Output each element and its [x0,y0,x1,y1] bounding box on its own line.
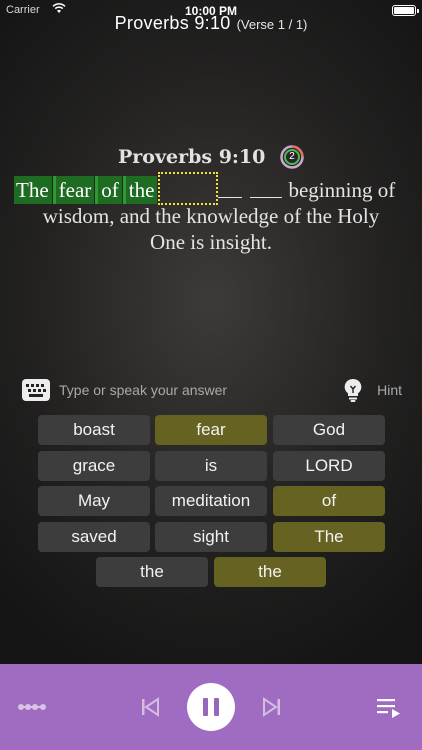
progress-dots-icon[interactable] [18,701,46,713]
hint-label[interactable]: Hint [377,382,402,398]
player-bar [0,664,422,750]
hint-button[interactable]: Hint [338,378,402,402]
playlist-icon[interactable] [377,697,401,719]
word-chip-used[interactable]: the [214,557,326,587]
revealed-word: the [122,176,158,204]
revealed-word: The [14,176,52,204]
word-chip-used[interactable]: fear [155,415,267,445]
verse-line-3: One is insight. [150,230,272,254]
word-chip[interactable]: grace [38,451,150,481]
word-chip-used[interactable]: of [273,486,385,516]
word-chip[interactable]: is [155,451,267,481]
lightbulb-icon[interactable] [344,378,362,402]
answer-input-placeholder[interactable]: Type or speak your answer [59,382,227,398]
nav-title: Proverbs 9:10 (Verse 1 / 1) [0,13,422,34]
verse-reference: Proverbs 9:10 2 [0,145,422,169]
skip-next-icon[interactable] [262,697,282,717]
revealed-word: fear [52,176,95,204]
hidden-word-blank [250,197,283,199]
keyboard-icon[interactable] [22,379,50,401]
word-chip[interactable]: LORD [273,451,385,481]
word-chip[interactable]: meditation [155,486,267,516]
word-chip[interactable]: saved [38,522,150,552]
word-chip[interactable]: sight [155,522,267,552]
word-chip-used[interactable]: The [273,522,385,552]
progress-ring-icon: 2 [280,145,304,169]
current-word-slot[interactable] [158,172,219,205]
page-title: Proverbs 9:10 [114,13,231,33]
verse-line-1: The fear of the beginning of [14,172,422,205]
verse-line-1-tail: beginning of [288,178,396,202]
skip-previous-icon[interactable] [140,697,160,717]
pause-icon [203,698,208,716]
pause-button[interactable] [187,683,235,731]
verse-count: (Verse 1 / 1) [236,17,308,32]
word-chip[interactable]: May [38,486,150,516]
verse-line-2: wisdom, and the knowledge of the Holy [42,204,380,228]
revealed-word: of [95,176,122,204]
answer-input-row[interactable]: Type or speak your answer Hint [22,378,402,402]
word-chip[interactable]: boast [38,415,150,445]
word-chip[interactable]: God [273,415,385,445]
hidden-word-blank [218,197,243,199]
progress-number: 2 [289,151,295,162]
word-chip[interactable]: the [96,557,208,587]
verse-reference-text: Proverbs 9:10 [117,146,266,168]
